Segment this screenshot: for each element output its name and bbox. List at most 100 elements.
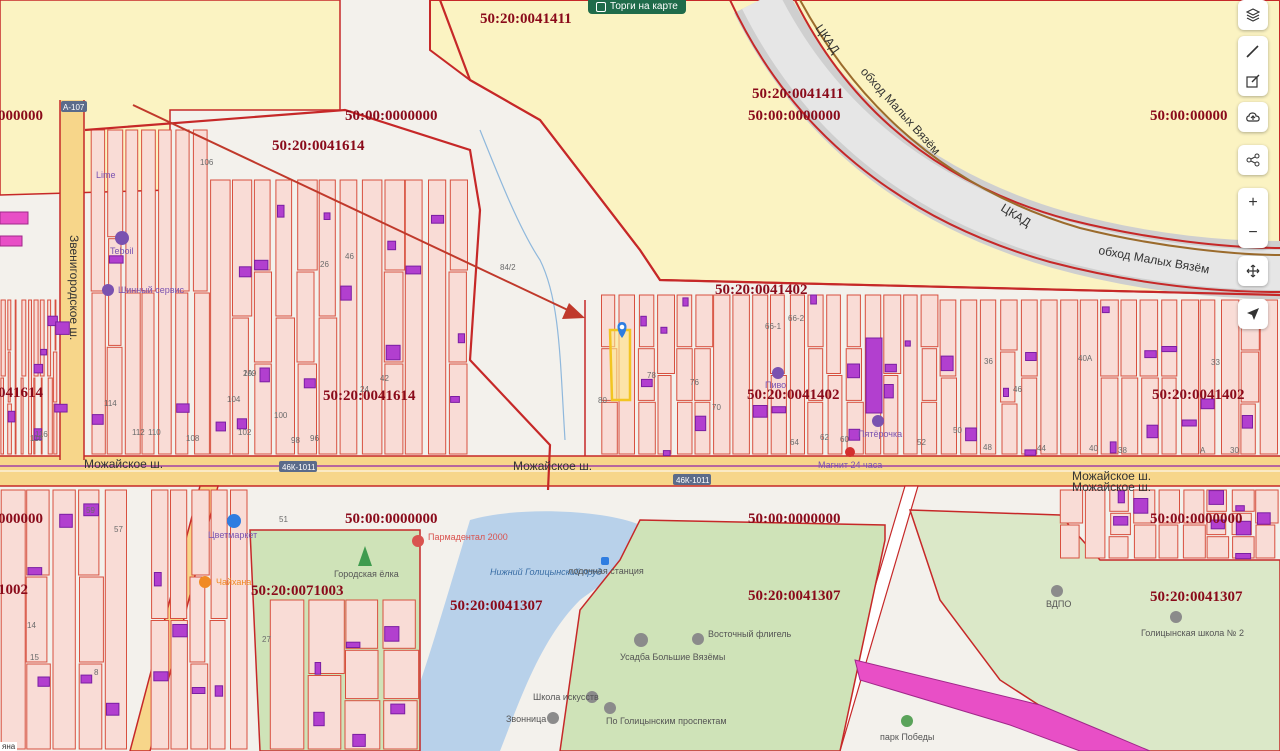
house-number: 36 [984,357,993,366]
house-number: 118 [30,434,43,443]
park-icon [901,715,913,727]
poi-label: По Голицынским проспектам [606,716,727,726]
poi-label: Чайхана [216,577,251,587]
pyaterochka-icon [872,415,884,427]
parcel [190,663,209,750]
parcel [940,377,957,455]
house-number: 27 [262,635,271,644]
poi-label: Пармадентал 2000 [428,532,508,542]
parcel [1000,299,1018,351]
checkbox-icon[interactable] [596,2,606,12]
cad-label: 000000 [0,108,43,124]
parcel [903,294,918,455]
building [387,240,397,251]
cad-label: 50:20:0041411 [480,11,572,27]
parcel [26,489,50,576]
building [940,355,954,372]
parcel [1060,299,1079,455]
building [214,685,224,697]
poi-label: Восточный флигель [708,629,792,639]
house-number: 30 [1230,446,1239,455]
parcel [318,317,338,455]
layers-icon[interactable] [1238,0,1268,30]
parcel [752,294,769,455]
layers-control[interactable] [1238,0,1268,30]
building [1144,350,1157,359]
poi-label: Teboil [110,246,134,256]
zoom-controls: + − [1238,188,1268,248]
cad-label: 50:20:0041307 [1150,589,1243,605]
parcel [1079,299,1099,455]
cadastral-map[interactable]: 50:20:0041411 50:20:0041411 50:00:000000… [0,0,1280,751]
parcel [1139,299,1159,377]
parcel [1040,299,1058,455]
parcel [269,599,305,750]
share-icon[interactable] [1238,145,1268,175]
navigate-icon[interactable] [1238,299,1268,329]
parcel [175,292,189,455]
shop-icon [772,367,784,379]
building [80,674,93,684]
building [314,662,322,675]
parcel [807,401,824,455]
building [752,405,768,418]
building [323,212,331,220]
auction-map-toggle[interactable]: Торги на карте [588,0,686,14]
building [1161,346,1178,353]
zoom-in-icon[interactable]: + [1238,188,1268,218]
street-label: Можайское ш. [1072,480,1151,494]
school-icon [1170,611,1182,623]
dental-icon [412,535,424,547]
share-control[interactable] [1238,145,1268,175]
building [313,711,325,727]
parcel [1158,524,1179,559]
poi-label: Городская ёлка [334,569,399,579]
house-number: 64 [790,438,799,447]
parcel [232,179,253,317]
house-number: 112 [132,428,145,437]
building [259,367,270,383]
zoom-out-icon[interactable]: − [1238,218,1268,248]
house-number: 46 [345,252,354,261]
house-number: 66-1 [765,322,782,331]
building [37,676,50,687]
parcel [21,299,27,377]
house-number: 2А [243,369,253,378]
ruler-icon[interactable] [1238,36,1268,66]
navigate-control[interactable] [1238,299,1268,329]
parcel [1240,403,1256,455]
poi-label: Пятёрочка [858,429,902,439]
building [191,687,206,694]
building [884,363,897,373]
parcel [1161,299,1178,377]
house-number: 78 [647,371,656,380]
move-icon[interactable] [1238,256,1268,286]
poi-label: Пиво [765,380,786,390]
parcel [339,179,358,455]
building [662,450,671,457]
parcel [921,348,938,401]
boat-icon [601,557,609,565]
building [405,265,422,275]
building [450,396,460,403]
building [33,363,44,374]
building [1101,306,1110,314]
building [640,315,647,327]
house-number: 14 [27,621,36,630]
parcel [209,620,226,750]
upload-icon[interactable] [1238,102,1268,132]
parcel [296,271,315,363]
road-shield-label: А-107 [63,103,85,112]
house-number: 84/2 [500,263,516,272]
cad-label: 50:00:0000000 [1150,511,1243,527]
parcel [404,179,423,455]
parcel [1121,377,1139,455]
house-number: 38 [1118,446,1127,455]
upload-control[interactable] [1238,102,1268,132]
selected-parcel[interactable] [608,328,632,402]
house-number: 44 [1037,444,1046,453]
edit-icon[interactable] [1238,66,1268,96]
house-number: 60 [840,435,849,444]
parcel [210,179,231,455]
move-control[interactable] [1238,256,1268,286]
